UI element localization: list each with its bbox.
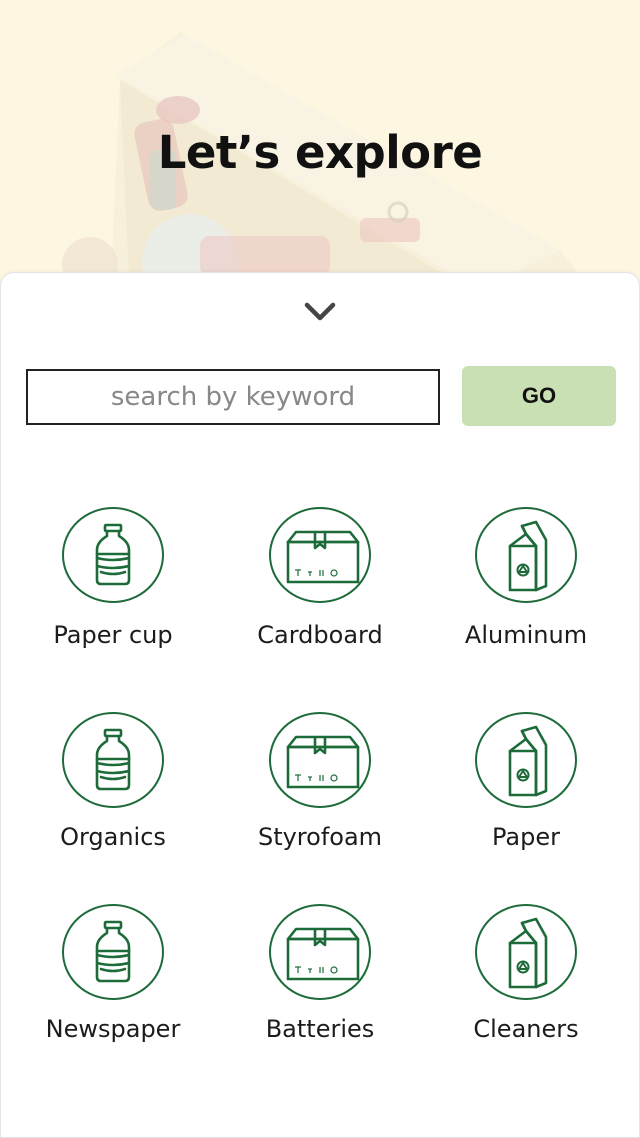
bottle-icon: [61, 711, 165, 809]
carton-icon: [474, 506, 578, 604]
category-label: Cleaners: [473, 1015, 579, 1043]
category-item[interactable]: Cleaners: [426, 903, 626, 1043]
category-item[interactable]: Batteries: [220, 903, 420, 1043]
carton-icon: [474, 903, 578, 1001]
category-label: Paper: [492, 823, 560, 851]
category-item[interactable]: Paper cup: [13, 506, 213, 649]
category-label: Newspaper: [45, 1015, 181, 1043]
category-item[interactable]: Cardboard: [220, 506, 420, 649]
carton-icon: [474, 711, 578, 809]
search-input[interactable]: [26, 369, 440, 425]
page-title: Let’s explore: [157, 126, 483, 179]
box-icon: [268, 711, 372, 809]
category-item[interactable]: Styrofoam: [220, 711, 420, 851]
category-item[interactable]: Paper: [426, 711, 626, 851]
explore-screen: Let’s explore GO Paper cup: [0, 0, 640, 1138]
category-label: Organics: [60, 823, 166, 851]
box-icon: [268, 506, 372, 604]
box-icon: [268, 903, 372, 1001]
category-item[interactable]: Newspaper: [13, 903, 213, 1043]
category-item[interactable]: Organics: [13, 711, 213, 851]
category-label: Aluminum: [464, 621, 588, 649]
go-button[interactable]: GO: [462, 366, 616, 426]
collapse-sheet-chevron-down-icon[interactable]: [302, 298, 338, 326]
bottle-icon: [61, 903, 165, 1001]
category-label: Cardboard: [257, 621, 383, 649]
category-item[interactable]: Aluminum: [426, 506, 626, 649]
category-label: Batteries: [265, 1015, 375, 1043]
category-label: Paper cup: [53, 621, 173, 649]
hero-banner: Let’s explore: [0, 0, 640, 300]
bottle-icon: [61, 506, 165, 604]
category-label: Styrofoam: [257, 823, 383, 851]
